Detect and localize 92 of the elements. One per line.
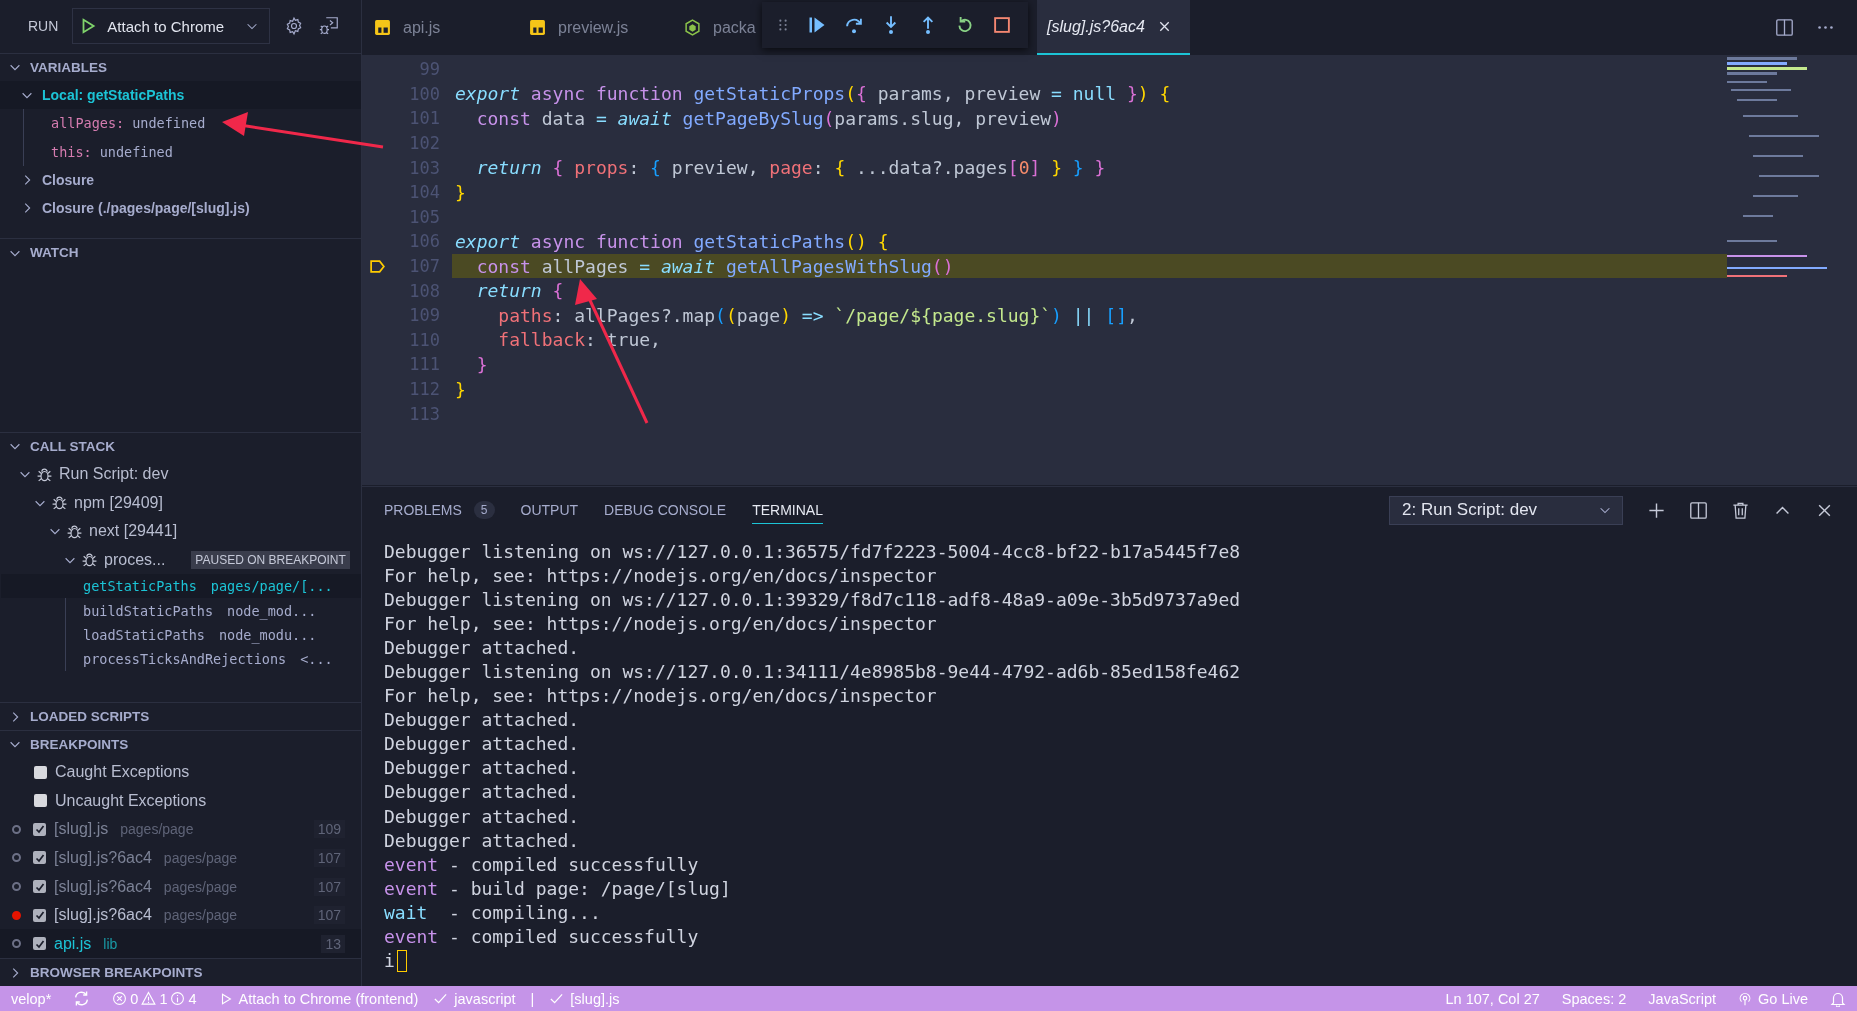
split-terminal-icon[interactable] (1689, 500, 1708, 520)
stack-frame[interactable]: loadStaticPaths node_modu... (66, 622, 361, 647)
thread-label[interactable]: Run Script: dev (59, 465, 169, 484)
launch-config-select[interactable]: Attach to Chrome (72, 8, 271, 45)
exception-label: Uncaught Exceptions (55, 791, 207, 810)
code-line: export async function getStaticProps({ params, preview = null }) { (455, 83, 1171, 105)
editor-tab[interactable]: [slug].js?6ac4 (1037, 0, 1190, 55)
js-file-icon (529, 19, 546, 36)
terminal-select[interactable]: 2: Run Script: dev (1389, 495, 1623, 525)
trash-icon[interactable] (1731, 500, 1750, 520)
stack-frame[interactable]: processTicksAndRejections <... (66, 647, 361, 672)
split-editor-icon[interactable] (1775, 18, 1794, 37)
exception-label: Caught Exceptions (55, 763, 190, 782)
terminal-line: For help, see: https://nodejs.org/en/docs/inspector (384, 611, 937, 636)
code-line: } (475, 353, 488, 375)
terminal-line: Debugger attached. (384, 732, 580, 756)
terminal-line: Debugger attached. (384, 708, 580, 732)
js-file-icon (374, 19, 391, 36)
section-header[interactable]: BREAKPOINTS (0, 730, 361, 758)
check-icon (433, 991, 449, 1006)
continue-icon[interactable] (807, 15, 827, 35)
variable-value: undefined (132, 115, 206, 132)
panel-tab[interactable]: DEBUG CONSOLE (604, 496, 727, 524)
panel-tab[interactable]: OUTPUT (520, 496, 579, 524)
terminal-line: Debugger listening on ws://127.0.0.1:36575/fd7f2223-5004-4cc8-bf22-b17a5445f7e8 (384, 539, 1241, 564)
breakpoint-row[interactable]: api.js lib 13 (0, 929, 361, 959)
terminal-line: Debugger listening on ws://127.0.0.1:34111/4e8985b8-9e44-4792-ad6b-85ed158fe462 (384, 660, 1241, 684)
code-line: return { props: { preview, page: { ...data?.pages[0] } } } (475, 157, 1106, 179)
error-icon (112, 991, 128, 1006)
terminal-line: event - compiled successfully (384, 852, 699, 877)
terminal-line: Debugger attached. (384, 780, 580, 805)
bug-icon (81, 551, 98, 569)
terminal-line: Debugger attached. (384, 635, 580, 660)
section-header[interactable]: WATCH (0, 238, 361, 267)
terminal-line: Debugger attached. (384, 756, 580, 780)
terminal-line: wait - compiling... (384, 900, 601, 925)
variable-name: this: (51, 143, 92, 160)
terminal-line: Debugger attached. (384, 804, 580, 829)
editor-tab[interactable]: packa (672, 0, 761, 55)
code-line: return { (475, 280, 564, 302)
checkbox[interactable] (33, 937, 46, 951)
code-line: const data = await getPageBySlug(params.slug, preview) (475, 108, 1062, 129)
code-line: const allPages = await getAllPagesWithSlug() (475, 255, 954, 277)
terminal-line: event - build page: /page/[slug] (384, 876, 731, 901)
checkbox[interactable] (34, 794, 47, 808)
breakpoint-row[interactable]: [slug].js?6ac4 pages/page 107 (0, 872, 361, 901)
terminal-line: Debugger attached. (384, 828, 580, 853)
checkbox[interactable] (33, 822, 46, 836)
scope-row[interactable]: Closure (./pages/page/[slug].js) (0, 193, 361, 222)
section-header[interactable]: CALL STACK (0, 431, 361, 460)
thread-label[interactable]: npm [29409] (74, 493, 163, 512)
drag-handle-icon[interactable] (776, 17, 790, 33)
checkbox[interactable] (33, 908, 46, 922)
stack-frame[interactable]: getStaticPaths pages/page/[... (1, 574, 361, 599)
checkbox[interactable] (33, 880, 46, 894)
section-header[interactable]: LOADED SCRIPTS (0, 702, 361, 730)
panel-tab[interactable]: PROBLEMS 5 (384, 496, 495, 524)
code-line: export async function getStaticPaths() { (455, 230, 889, 252)
plus-icon[interactable] (1647, 500, 1666, 520)
scope-row[interactable]: Local: getStaticPaths (0, 80, 361, 109)
breakpoint-row[interactable]: [slug].js?6ac4 pages/page 107 (0, 900, 361, 930)
terminal-line: i (384, 948, 407, 973)
panel-tab[interactable]: TERMINAL (752, 496, 823, 524)
variable-name: allPages: (51, 115, 125, 132)
broadcast-icon (1738, 991, 1752, 1006)
terminal-line: For help, see: https://nodejs.org/en/docs/inspector (384, 684, 937, 708)
breakpoint-row[interactable]: [slug].js?6ac4 pages/page 107 (0, 843, 361, 873)
editor-tab[interactable]: api.js (362, 0, 517, 55)
thread-label[interactable]: proces... (104, 550, 166, 569)
terminal-line: event - compiled successfully (384, 925, 699, 949)
terminal-line: For help, see: https://nodejs.org/en/docs/inspector (384, 563, 937, 588)
scope-row[interactable]: Closure (0, 165, 361, 194)
section-header[interactable]: VARIABLES (0, 52, 361, 81)
code-line: } (455, 181, 466, 203)
thread-label[interactable]: next [29441] (89, 522, 178, 541)
warning-icon (141, 991, 157, 1006)
hexagon-icon (684, 19, 701, 36)
checkbox[interactable] (33, 851, 46, 865)
stack-frame[interactable]: buildStaticPaths node_mod... (66, 598, 361, 623)
breakpoint-row[interactable]: [slug].js pages/page 109 (0, 815, 361, 844)
run-label: RUN (28, 18, 59, 35)
editor-tab[interactable]: preview.js (517, 0, 672, 55)
code-line: } (455, 378, 466, 400)
bug-icon (51, 494, 68, 512)
stop-icon[interactable] (992, 15, 1012, 35)
variable-value: undefined (99, 143, 173, 160)
section-header[interactable]: BROWSER BREAKPOINTS (0, 958, 361, 986)
check-icon (549, 991, 565, 1006)
terminal-line: Debugger listening on ws://127.0.0.1:39329/f8d7c118-adf8-48a9-a09e-3b5d9737a9ed (384, 587, 1241, 612)
status-badge: PAUSED ON BREAKPOINT (191, 550, 350, 569)
checkbox[interactable] (34, 765, 47, 779)
info-icon (170, 991, 186, 1006)
